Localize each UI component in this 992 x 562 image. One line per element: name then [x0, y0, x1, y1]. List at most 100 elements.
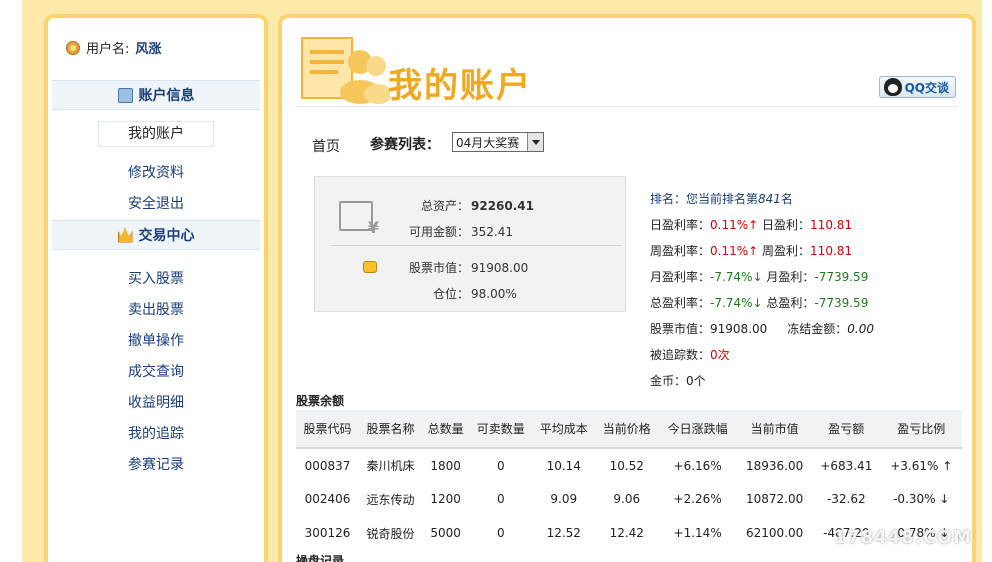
sidebar-item-edit-profile[interactable]: 修改资料: [48, 162, 264, 182]
current-price: 12.42: [609, 526, 644, 540]
sidebar-item-profit-details[interactable]: 收益明细: [48, 392, 264, 412]
weekly-profit-label: 周盈利：: [762, 244, 811, 258]
total-profit-label: 总盈利：: [766, 296, 815, 310]
sellable-qty: 0: [496, 458, 505, 473]
monthly-profit-label: 月盈利：: [766, 270, 815, 284]
total-qty: 5000: [430, 526, 461, 540]
stock-name-link[interactable]: 锐奇股份: [359, 516, 422, 550]
col-code: 股票代码: [296, 410, 359, 449]
available-funds-label: 可用金额：: [408, 225, 469, 239]
rank-line: 排名：您当前排名第841名: [650, 190, 793, 207]
total-line: 总盈利率：-7.74%↓ 总盈利：-7739.59: [650, 294, 868, 311]
contest-select[interactable]: 04月大奖赛: [452, 132, 544, 152]
sidebar: 用户名: 风涨 账户信息 我的账户 修改资料 安全退出 交易中心 买入股票 卖出股…: [44, 14, 268, 562]
weekly-rate-value: 0.11%↑: [710, 244, 759, 258]
col-pnl: 盈亏额: [812, 410, 881, 449]
col-price: 当前价格: [595, 410, 659, 449]
user-name: 风涨: [135, 42, 162, 57]
person-icon: [117, 87, 133, 103]
user-label: 用户名:: [86, 42, 130, 57]
total-profit-value: -7739.59: [814, 296, 869, 310]
total-assets-value: 92260.41: [471, 199, 535, 213]
trade-section-title: 交易中心: [138, 228, 195, 244]
available-funds-row: 可用金额： 352.41: [315, 223, 535, 240]
market-value-line: 股票市值：91908.00 冻结金额：0.00: [650, 320, 874, 337]
stock-code-link[interactable]: 000837: [296, 448, 359, 482]
total-assets-label: 总资产：: [420, 199, 469, 213]
dropdown-arrow-icon[interactable]: [527, 133, 543, 151]
sidebar-item-my-account[interactable]: 我的账户: [98, 121, 214, 147]
daily-profit-value: 110.81: [810, 218, 853, 232]
sellable-qty: 0: [496, 526, 505, 540]
pnl-amount: +683.41: [820, 458, 873, 473]
total-qty: 1200: [430, 492, 461, 506]
crown-icon: [117, 227, 133, 243]
stock-code-link[interactable]: 002406: [296, 482, 359, 516]
sidebar-item-sell[interactable]: 卖出股票: [48, 299, 264, 319]
sidebar-item-cancel-order[interactable]: 撤单操作: [48, 330, 264, 350]
current-price: 9.06: [613, 492, 641, 506]
sidebar-item-my-tracking[interactable]: 我的追踪: [48, 423, 264, 443]
coins-value: 0个: [686, 374, 706, 388]
main-panel: 我的账户 QQ交谈 首页 参赛列表： 04月大奖赛 总资产：92260.41 可…: [278, 14, 976, 562]
account-section-title: 账户信息: [138, 88, 195, 104]
pnl-amount: -32.62: [826, 492, 866, 506]
avg-cost: 12.52: [546, 526, 581, 540]
avg-cost: 10.14: [546, 458, 581, 473]
col-change: 今日涨跌幅: [658, 410, 738, 449]
monthly-rate-label: 月盈利率：: [650, 270, 711, 284]
weekly-line: 周盈利率：0.11%↑ 周盈利：110.81: [650, 242, 852, 259]
stock-value-row: 股票市值： 91908.00: [315, 259, 535, 276]
user-icon: [66, 40, 80, 55]
tracked-value: 0次: [710, 348, 730, 362]
position-label: 仓位：: [432, 287, 469, 301]
position-row: 仓位： 98.00%: [315, 285, 535, 302]
monthly-line: 月盈利率：-7.74%↓ 月盈利：-7739.59: [650, 268, 868, 285]
pnl-rate: +3.61% ↑: [890, 458, 953, 473]
daily-change: +1.14%: [673, 526, 722, 540]
total-rate-value: -7.74%↓: [710, 296, 763, 310]
daily-line: 日盈利率：0.11%↑ 日盈利：110.81: [650, 216, 852, 233]
weekly-rate-label: 周盈利率：: [650, 244, 711, 258]
trade-section-header: 交易中心: [52, 220, 260, 250]
page-title: 我的账户: [388, 66, 532, 106]
daily-rate-label: 日盈利率：: [650, 218, 711, 232]
home-link[interactable]: 首页: [312, 136, 340, 156]
stock-code-link[interactable]: 300126: [296, 516, 359, 550]
rank-value: 841: [758, 192, 781, 206]
sidebar-item-buy[interactable]: 买入股票: [48, 268, 264, 288]
title-divider: [296, 106, 958, 107]
qq-chat-button[interactable]: QQ交谈: [878, 76, 956, 98]
contest-select-value: 04月大奖赛: [456, 135, 520, 150]
site-watermark: 178448.COM: [833, 527, 972, 548]
market-value: 62100.00: [745, 526, 804, 540]
stock-value-value: 91908.00: [471, 261, 529, 275]
sidebar-item-contest-records[interactable]: 参赛记录: [48, 454, 264, 474]
col-sellable: 可卖数量: [469, 410, 533, 449]
stock-name-link[interactable]: 秦川机床: [359, 448, 422, 482]
current-price: 10.52: [609, 458, 644, 473]
available-funds-value: 352.41: [471, 225, 513, 239]
tracked-label: 被追踪数：: [650, 348, 711, 362]
sidebar-item-logout[interactable]: 安全退出: [48, 193, 264, 213]
col-qty: 总数量: [422, 410, 470, 449]
asset-divider: [331, 245, 621, 246]
weekly-profit-value: 110.81: [810, 244, 853, 258]
frozen-label: 冻结金额：: [787, 322, 848, 336]
col-pnl-rate: 盈亏比例: [880, 410, 962, 449]
daily-rate-value: 0.11%↑: [710, 218, 759, 232]
stock-name-link[interactable]: 远东传动: [359, 482, 422, 516]
qq-penguin-icon: [883, 78, 902, 96]
table-row: 000837 秦川机床 1800 0 10.14 10.52 +6.16% 18…: [296, 448, 962, 482]
qq-chat-label: QQ交谈: [904, 80, 949, 95]
monthly-rate-value: -7.74%↓: [710, 270, 763, 284]
col-name: 股票名称: [359, 410, 422, 449]
rank-label: 排名：您当前排名第: [650, 192, 759, 206]
stock-value-label: 股票市值：: [408, 261, 469, 275]
total-qty: 1800: [430, 458, 461, 473]
daily-change: +2.26%: [673, 492, 722, 506]
sidebar-item-trade-query[interactable]: 成交查询: [48, 361, 264, 381]
user-info: 用户名: 风涨: [66, 38, 161, 57]
table-row: 002406 远东传动 1200 0 9.09 9.06 +2.26% 1087…: [296, 482, 962, 516]
daily-profit-label: 日盈利：: [762, 218, 811, 232]
